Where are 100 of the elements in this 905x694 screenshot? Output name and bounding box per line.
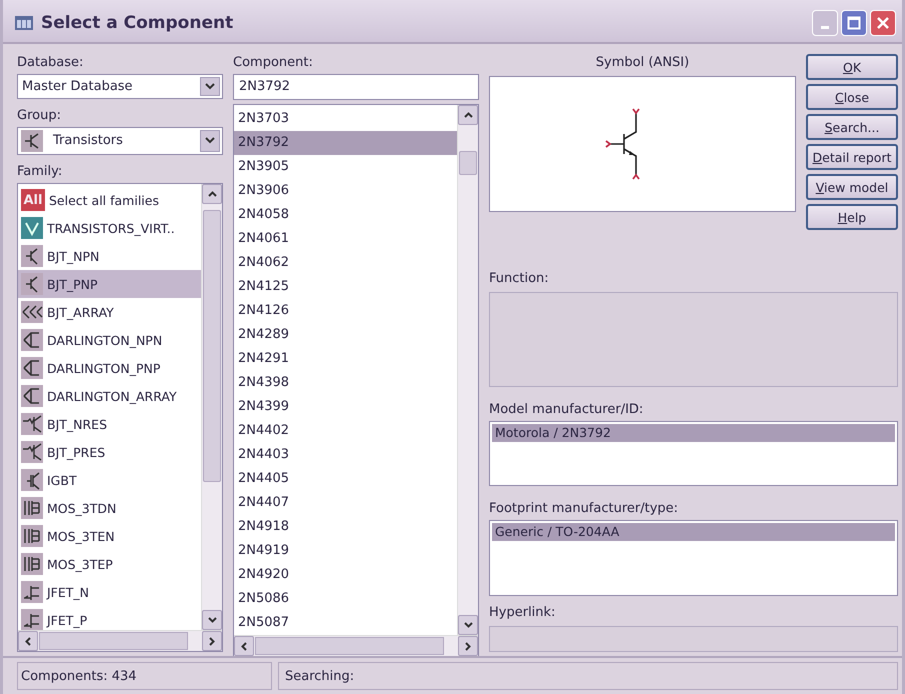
transistor-icon xyxy=(21,581,43,603)
scrollbar-thumb[interactable] xyxy=(203,210,221,482)
status-searching: Searching: xyxy=(278,662,898,690)
family-item[interactable]: JFET_P xyxy=(18,606,201,630)
model-item[interactable]: Motorola / 2N3792 xyxy=(492,424,895,442)
footprint-label: Footprint manufacturer/type: xyxy=(489,500,680,518)
family-item[interactable]: All Select all families xyxy=(18,186,201,214)
component-item[interactable]: 2N3703 xyxy=(234,107,457,131)
chevron-left-icon xyxy=(241,642,247,650)
function-label: Function: xyxy=(489,270,550,288)
component-item[interactable]: 2N4291 xyxy=(234,347,457,371)
horizontal-scrollbar[interactable] xyxy=(18,630,222,651)
chevron-left-icon xyxy=(25,636,31,646)
minimize-icon xyxy=(821,26,829,29)
component-item[interactable]: 2N3792 xyxy=(234,131,457,155)
chevron-right-icon xyxy=(465,642,471,650)
component-item[interactable]: 2N4398 xyxy=(234,371,457,395)
footprint-item[interactable]: Generic / TO-204AA xyxy=(492,522,895,541)
scroll-right-button[interactable] xyxy=(458,636,478,656)
family-item[interactable]: TRANSISTORS_VIRT.. xyxy=(18,214,201,242)
component-item[interactable]: 2N3906 xyxy=(234,179,457,203)
transistor-symbol-drawing xyxy=(604,108,640,180)
vertical-scrollbar[interactable] xyxy=(201,184,222,630)
scrollbar-thumb[interactable] xyxy=(459,151,477,175)
component-item[interactable]: 2N4918 xyxy=(234,515,457,539)
family-item[interactable]: JFET_N xyxy=(18,578,201,606)
component-item[interactable]: 2N5086 xyxy=(234,587,457,611)
transistor-icon xyxy=(21,245,43,267)
all-icon: All xyxy=(21,189,45,211)
transistor-icon xyxy=(21,273,43,295)
component-item[interactable]: 2N4405 xyxy=(234,467,457,491)
chevron-up-icon xyxy=(464,112,472,118)
transistor-icon xyxy=(21,609,43,630)
component-item[interactable]: 2N4058 xyxy=(234,203,457,227)
scroll-left-button[interactable] xyxy=(234,636,254,656)
transistor-icon xyxy=(21,301,43,323)
component-item[interactable]: 2N4403 xyxy=(234,443,457,467)
family-item[interactable]: BJT_NRES xyxy=(18,410,201,438)
dialog-button[interactable]: Close xyxy=(806,84,898,110)
maximize-button[interactable] xyxy=(841,10,867,36)
transistor-icon xyxy=(21,497,43,519)
scrollbar-thumb[interactable] xyxy=(255,637,444,655)
family-label: Family: xyxy=(17,163,64,181)
transistor-icon xyxy=(21,525,43,547)
component-search-field[interactable]: 2N3792 xyxy=(233,74,479,100)
scroll-down-button[interactable] xyxy=(458,615,478,635)
close-button[interactable] xyxy=(870,10,896,36)
component-item[interactable]: 2N4125 xyxy=(234,275,457,299)
chevron-down-icon xyxy=(464,622,472,628)
family-item[interactable]: BJT_PNP xyxy=(18,270,201,298)
chevron-right-icon xyxy=(209,636,215,646)
dialog-button[interactable]: View model xyxy=(806,174,898,200)
component-item[interactable]: 2N3905 xyxy=(234,155,457,179)
group-label: Group: xyxy=(17,106,62,125)
component-item[interactable]: 2N4407 xyxy=(234,491,457,515)
dialog-button[interactable]: OK xyxy=(806,54,898,80)
component-item[interactable]: 2N4920 xyxy=(234,563,457,587)
family-item[interactable]: DARLINGTON_ARRAY xyxy=(18,382,201,410)
group-dropdown[interactable]: Transistors xyxy=(17,126,223,155)
component-item[interactable]: 2N4062 xyxy=(234,251,457,275)
transistor-icon xyxy=(21,329,43,351)
dialog-button[interactable]: Detail report xyxy=(806,144,898,170)
horizontal-scrollbar[interactable] xyxy=(234,635,478,656)
dialog-button[interactable]: Help xyxy=(806,204,898,230)
dialog-button[interactable]: Search... xyxy=(806,114,898,140)
transistor-icon xyxy=(21,469,43,491)
database-dropdown[interactable]: Master Database xyxy=(17,74,223,99)
family-item[interactable]: MOS_3TEN xyxy=(18,522,201,550)
component-item[interactable]: 2N4919 xyxy=(234,539,457,563)
family-item[interactable]: BJT_ARRAY xyxy=(18,298,201,326)
scroll-right-button[interactable] xyxy=(202,631,222,651)
scrollbar-thumb[interactable] xyxy=(39,632,188,650)
scroll-left-button[interactable] xyxy=(18,631,38,651)
component-item[interactable]: 2N4061 xyxy=(234,227,457,251)
model-label: Model manufacturer/ID: xyxy=(489,400,644,419)
component-item[interactable]: 2N4289 xyxy=(234,323,457,347)
scroll-up-button[interactable] xyxy=(202,184,222,204)
component-item[interactable]: 2N4126 xyxy=(234,299,457,323)
family-item[interactable]: BJT_NPN xyxy=(18,242,201,270)
hyperlink-label: Hyperlink: xyxy=(489,604,556,622)
family-item[interactable]: BJT_PRES xyxy=(18,438,201,466)
scroll-up-button[interactable] xyxy=(458,105,478,125)
component-label: Component: xyxy=(233,54,314,72)
family-item[interactable]: MOS_3TEP xyxy=(18,550,201,578)
chevron-up-icon xyxy=(208,191,216,197)
family-item[interactable]: DARLINGTON_PNP xyxy=(18,354,201,382)
transistor-icon xyxy=(21,385,43,407)
family-item[interactable]: IGBT xyxy=(18,466,201,494)
symbol-label: Symbol (ANSI) xyxy=(596,54,690,72)
family-item[interactable]: DARLINGTON_NPN xyxy=(18,326,201,354)
virtual-transistor-icon xyxy=(21,217,43,239)
component-item[interactable]: 2N4402 xyxy=(234,419,457,443)
chevron-down-icon xyxy=(208,617,216,623)
component-item[interactable]: 2N4399 xyxy=(234,395,457,419)
component-item[interactable]: 2N5087 xyxy=(234,611,457,635)
vertical-scrollbar[interactable] xyxy=(457,105,478,635)
status-components: Components: 434 xyxy=(17,662,272,690)
family-item[interactable]: MOS_3TDN xyxy=(18,494,201,522)
transistor-icon xyxy=(21,413,43,435)
scroll-down-button[interactable] xyxy=(202,610,222,630)
